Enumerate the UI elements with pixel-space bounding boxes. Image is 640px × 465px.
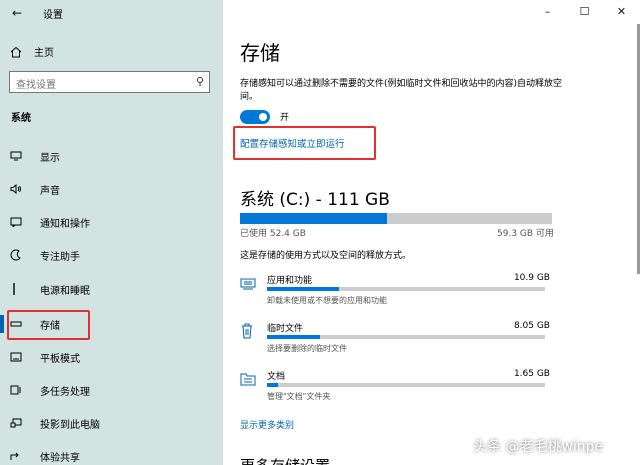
category-bar-fill [267,383,279,387]
close-button[interactable]: ✕ [603,0,640,22]
highlight-box-storage [7,310,90,340]
tablet-icon [10,352,32,362]
sidebar-item-share[interactable]: 体验共享 [0,442,223,465]
sidebar-item-sound[interactable]: 声音 [0,175,223,203]
toggle-state-label: 开 [280,113,290,123]
category-size: 10.9 GB [513,273,550,283]
sidebar-item-label: 投影到此电脑 [40,419,100,431]
multitask-icon [10,385,32,395]
category-subtitle: 卸载未使用或不想要的应用和功能 [267,296,387,305]
sidebar-item-label: 显示 [40,152,60,164]
sidebar-item-project[interactable]: 投影到此电脑 [0,409,223,437]
sidebar-item-focus[interactable]: 专注助手 [0,241,223,269]
highlight-box-config-link [233,126,376,160]
minimize-button[interactable]: – [529,0,566,22]
sidebar-home[interactable]: 主页 [10,44,54,59]
category-bar [267,335,545,339]
notification-icon [10,217,32,227]
share-icon [10,451,32,461]
page-title: 存储 [240,41,280,65]
sidebar-home-label: 主页 [34,48,54,59]
trash-icon [240,323,254,343]
sidebar-item-label: 电源和睡眠 [40,285,90,297]
drive-title: 系统 (C:) - 111 GB [240,190,390,210]
category-name: 临时文件 [267,324,304,334]
sidebar-item-label: 体验共享 [40,452,80,464]
storage-sense-toggle[interactable] [240,110,270,124]
home-icon [10,46,22,57]
maximize-button[interactable]: ☐ [566,0,603,22]
category-name: 应用和功能 [267,276,313,286]
drive-usage-bar [240,213,552,224]
search-input[interactable]: 查找设置 ⚲ [9,71,210,93]
category-documents[interactable]: 文档 1.65 GB 管理"文档"文件夹 [240,369,550,405]
section-label: 系统 [11,113,31,124]
sidebar-item-label: 声音 [40,185,60,197]
drive-used-label: 已使用 52.4 GB [240,229,306,239]
main-content: – ☐ ✕ 存储 存储感知可以通过删除不需要的文件(例如临时文件和回收站中的内容… [223,0,640,465]
sidebar-item-tablet[interactable]: 平板模式 [0,343,223,371]
category-bar-fill [267,287,340,291]
project-icon [10,418,32,428]
sidebar-item-label: 通知和操作 [40,218,90,230]
sidebar-item-label: 多任务处理 [40,386,90,398]
category-size: 1.65 GB [513,369,550,379]
search-icon[interactable]: ⚲ [196,75,204,88]
category-name: 文档 [267,372,286,382]
category-bar [267,383,545,387]
window-controls: – ☐ ✕ [529,0,640,22]
watermark: 头条 @老毛桃winpe [473,439,604,455]
sidebar-item-label: 平板模式 [40,353,80,365]
drive-free-label: 59.3 GB 可用 [497,229,554,239]
sidebar-item-label: 专注助手 [40,251,80,263]
category-subtitle: 选择要删除的临时文件 [267,344,347,353]
selected-indicator [0,315,4,333]
folder-icon [240,371,256,390]
more-storage-settings-heading: 更多存储设置 [240,455,330,465]
power-icon [10,282,32,296]
category-subtitle: 管理"文档"文件夹 [267,392,331,401]
search-placeholder: 查找设置 [16,80,56,91]
category-bar [267,287,545,291]
sidebar-item-notifications[interactable]: 通知和操作 [0,208,223,236]
sound-icon [10,184,32,194]
drive-usage-fill [240,213,388,224]
category-bar-fill [267,335,320,339]
focus-assist-icon [10,249,32,261]
category-size: 8.05 GB [513,321,550,331]
back-arrow-icon[interactable]: ← [12,6,22,20]
show-more-categories-link[interactable]: 显示更多类别 [240,418,294,431]
storage-sense-description: 存储感知可以通过删除不需要的文件(例如临时文件和回收站中的内容)自动释放空间。 [240,79,563,102]
drive-description: 这是存储的使用方式以及空间的释放方式。 [240,251,412,261]
display-icon [10,151,32,161]
apps-icon [240,275,256,294]
app-title: 设置 [43,10,63,21]
sidebar-item-power[interactable]: 电源和睡眠 [0,275,223,303]
sidebar: ← 设置 主页 查找设置 ⚲ 系统 显示 声音 通知和操作 专注助手 电源和睡眠… [0,0,223,465]
category-apps[interactable]: 应用和功能 10.9 GB 卸载未使用或不想要的应用和功能 [240,273,550,309]
sidebar-item-display[interactable]: 显示 [0,142,223,170]
sidebar-item-multitask[interactable]: 多任务处理 [0,376,223,404]
category-temp-files[interactable]: 临时文件 8.05 GB 选择要删除的临时文件 [240,321,550,357]
